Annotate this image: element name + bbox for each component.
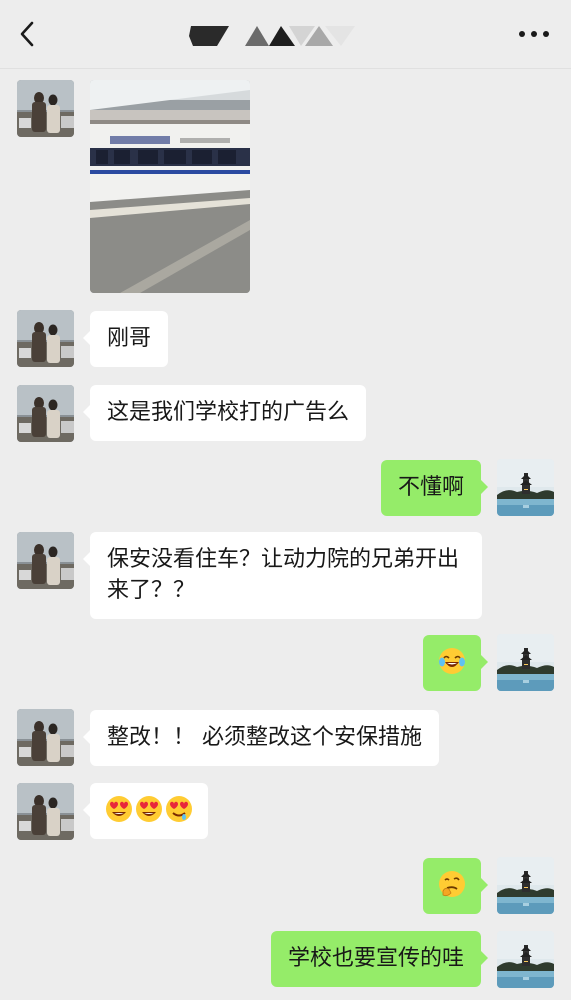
heart-eyes-drool-emoji-icon	[164, 794, 194, 824]
message-bubble-in[interactable]: 保安没看住车？让动力院的兄弟开出来了？？	[83, 532, 482, 619]
contact-avatar[interactable]	[17, 80, 74, 137]
contact-avatar[interactable]	[17, 385, 74, 442]
contact-avatar[interactable]	[17, 709, 74, 766]
back-button[interactable]	[14, 18, 44, 50]
message-bubble-out[interactable]: 学校也要宣传的哇	[270, 931, 489, 987]
my-avatar[interactable]	[497, 931, 554, 988]
my-avatar[interactable]	[497, 634, 554, 691]
contact-avatar[interactable]	[17, 783, 74, 840]
more-options-button[interactable]	[517, 22, 551, 46]
message-bubble-in[interactable]: 这是我们学校打的广告么	[82, 385, 367, 441]
my-avatar[interactable]	[497, 459, 554, 516]
thinking-smirk-emoji-icon	[437, 869, 467, 899]
chevron-left-icon	[20, 21, 34, 47]
message-bubble-in[interactable]: 整改！！ 必须整改这个安保措施	[83, 710, 439, 766]
chat-title-obscured	[185, 16, 375, 54]
my-avatar[interactable]	[497, 857, 554, 914]
message-bubble-in[interactable]: 刚哥	[82, 311, 169, 367]
contact-avatar[interactable]	[17, 310, 74, 367]
chat-header	[0, 0, 571, 69]
message-bubble-in[interactable]	[83, 783, 208, 839]
crying-laughing-emoji-icon	[437, 646, 467, 676]
contact-avatar[interactable]	[17, 532, 74, 589]
message-bubble-out[interactable]: 不懂啊	[380, 460, 489, 516]
message-image-train[interactable]	[90, 80, 250, 293]
message-bubble-out[interactable]	[423, 858, 488, 914]
heart-eyes-emoji-icon	[104, 794, 134, 824]
heart-eyes-emoji-icon	[134, 794, 164, 824]
message-bubble-out[interactable]	[423, 635, 488, 691]
more-dots-icon	[519, 31, 549, 37]
